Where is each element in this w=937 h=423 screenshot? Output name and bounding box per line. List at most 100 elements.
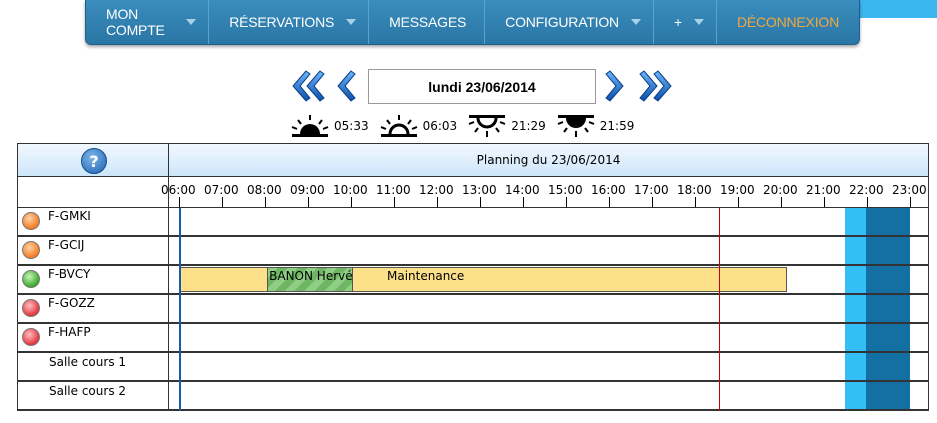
hour-label: 22:00 [849, 183, 884, 197]
sunset: 21:29 [467, 114, 546, 138]
nav-label: MON COMPTE [106, 6, 165, 38]
time-scale-left [18, 177, 169, 208]
status-led-icon [22, 241, 40, 259]
hour-label: 15:00 [548, 183, 583, 197]
nav-label: DÉCONNEXION [736, 14, 839, 30]
resource-row[interactable]: Salle cours 1 [18, 353, 928, 382]
hour-tick [265, 197, 266, 207]
resource-name: Salle cours 1 [49, 355, 127, 369]
status-led-icon [22, 328, 40, 346]
resource-row[interactable]: F-GOZZ [18, 295, 928, 324]
twilight-band [844, 208, 867, 235]
twilight-band [844, 295, 867, 322]
status-led-icon [22, 299, 40, 317]
help-icon[interactable]: ? [81, 148, 107, 174]
civil-dawn-time: 05:33 [334, 119, 369, 133]
night-band [866, 324, 910, 351]
hour-label: 09:00 [290, 183, 325, 197]
sunset-time: 21:29 [511, 119, 546, 133]
resource-name-cell: F-GOZZ [18, 295, 169, 322]
status-led-icon [22, 270, 40, 288]
nav-mon-compte[interactable]: MON COMPTE [86, 0, 210, 44]
hour-label: 10:00 [333, 183, 368, 197]
hour-label: 06:00 [161, 183, 196, 197]
civil-dawn: 05:33 [290, 114, 369, 138]
twilight-band [844, 237, 867, 264]
hour-tick [867, 197, 868, 207]
double-chevron-right-icon[interactable] [638, 68, 674, 104]
hour-tick [824, 197, 825, 207]
resource-name-cell: F-GMKI [18, 208, 169, 235]
nav-label: MESSAGES [389, 14, 467, 30]
hour-tick [695, 197, 696, 207]
planning-grid: ? Planning du 23/06/2014 06:00 07:00 08:00… [17, 143, 929, 411]
double-chevron-left-icon[interactable] [290, 68, 326, 104]
nav-more[interactable]: + [654, 0, 717, 44]
hour-label: 21:00 [806, 183, 841, 197]
booking-reservation[interactable]: BANON Hervé [267, 267, 354, 292]
hour-label: 20:00 [763, 183, 798, 197]
twilight-band [844, 324, 867, 351]
hour-label: 16:00 [591, 183, 626, 197]
top-strip-accent [858, 0, 937, 18]
hour-tick [781, 197, 782, 207]
resource-name: Salle cours 2 [49, 384, 127, 398]
civil-dusk-time: 21:59 [599, 119, 635, 133]
chevron-down-icon [346, 19, 357, 25]
resource-name: F-GCIJ [48, 238, 85, 252]
resource-name: F-BVCY [48, 267, 91, 281]
sunrise: 06:03 [379, 114, 457, 138]
hour-label: 23:00 [892, 183, 927, 197]
chevron-down-icon [630, 19, 641, 25]
resource-row[interactable]: F-HAFP [18, 324, 928, 353]
hour-tick [308, 197, 309, 207]
nav-label: RÉSERVATIONS [229, 14, 335, 30]
civil-dusk: 21:59 [556, 114, 635, 138]
sun-times: 05:33 06:03 21:29 21:59 [290, 114, 644, 138]
night-band [866, 237, 910, 264]
hour-tick [351, 197, 352, 207]
sunset-icon [468, 115, 506, 137]
nav-logout[interactable]: DÉCONNEXION [717, 0, 859, 44]
time-scale: 06:00 07:00 08:00 09:00 10:00 11:00 12:00 13:00… [18, 177, 928, 208]
sunrise-twilight-icon [291, 115, 329, 137]
nav-reservations[interactable]: RÉSERVATIONS [209, 0, 370, 44]
twilight-band [844, 382, 867, 409]
resource-row[interactable]: Salle cours 2 [18, 382, 928, 411]
chevron-down-icon [693, 19, 704, 25]
main-navbar: MON COMPTE RÉSERVATIONS MESSAGES CONFIGU… [85, 0, 860, 45]
hour-tick [609, 197, 610, 207]
hour-tick [566, 197, 567, 207]
hour-tick [652, 197, 653, 207]
hour-label: 17:00 [634, 183, 669, 197]
chevron-right-icon[interactable] [602, 68, 628, 104]
hour-label: 13:00 [462, 183, 497, 197]
resource-name-cell: F-HAFP [18, 324, 169, 351]
hour-label: 08:00 [247, 183, 282, 197]
nav-messages[interactable]: MESSAGES [369, 0, 486, 44]
resource-name-cell: Salle cours 2 [18, 382, 169, 409]
night-band [866, 382, 910, 409]
chevron-down-icon [186, 19, 197, 25]
nav-configuration[interactable]: CONFIGURATION [485, 0, 654, 44]
hour-label: 19:00 [720, 183, 755, 197]
chevron-left-icon[interactable] [333, 68, 359, 104]
resource-name-cell: F-GCIJ [18, 237, 169, 264]
resource-name: F-GMKI [48, 209, 91, 223]
hour-tick [179, 197, 180, 207]
resource-name-cell: Salle cours 1 [18, 353, 169, 380]
sunrise-icon [380, 115, 417, 137]
hour-tick [910, 197, 911, 207]
current-date[interactable]: lundi 23/06/2014 [368, 69, 596, 104]
planning-title: Planning du 23/06/2014 [169, 144, 928, 177]
resource-name: F-HAFP [48, 325, 91, 339]
hour-tick [437, 197, 438, 207]
hour-tick [523, 197, 524, 207]
night-band [866, 208, 910, 235]
hour-label: 14:00 [505, 183, 540, 197]
hour-tick [394, 197, 395, 207]
planning-header-left: ? [18, 144, 169, 177]
resource-row[interactable]: F-GCIJ [18, 237, 928, 266]
hour-tick [222, 197, 223, 207]
resource-row[interactable]: F-GMKI [18, 208, 928, 237]
